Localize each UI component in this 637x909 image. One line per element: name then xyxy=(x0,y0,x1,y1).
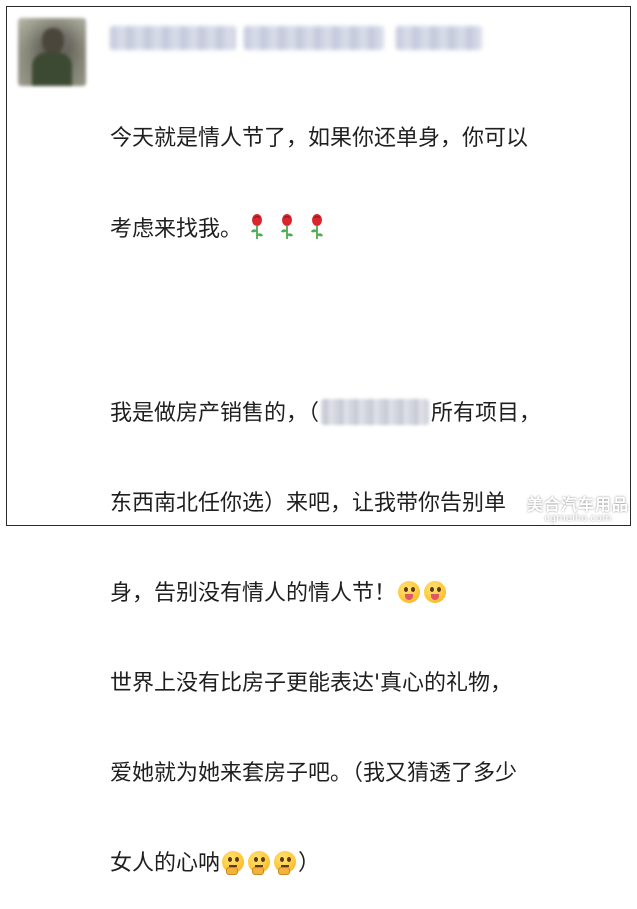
post-1-line-2-text: 考虑来找我。 xyxy=(110,217,243,242)
post-2-line-1: 我是做房产销售的，（ 所有项目， xyxy=(110,399,541,429)
avatar-head xyxy=(42,28,64,54)
post-2-line-1-start: 我是做房产销售的，（ xyxy=(110,401,320,426)
post-text-1: 今天就是情人节了，如果你还单身，你可以 考虑来找我。 xyxy=(110,64,528,275)
blurred-username-2 xyxy=(244,26,384,50)
tongue-wink-emoji-icon xyxy=(424,581,447,603)
watermark: 美合汽车用品 cgmeiho.com xyxy=(527,491,629,524)
post-2-line-1-end: 所有项目， xyxy=(431,401,542,426)
redacted-project-name xyxy=(321,399,430,425)
post-2-line-3: 身，告别没有情人的情人节！ xyxy=(110,579,541,609)
rose-icon xyxy=(279,214,295,240)
thinking-emoji-icon xyxy=(248,851,271,875)
post-2-line-3-text: 身，告别没有情人的情人节！ xyxy=(110,581,397,606)
thinking-emoji-icon xyxy=(222,851,245,875)
rose-icon xyxy=(249,214,265,240)
post-2-line-5: 爱她就为她来套房子吧。（我又猜透了多少 xyxy=(110,761,518,786)
post-2-line-2: 东西南北任你选）来吧，让我带你告别单 xyxy=(110,491,507,516)
post-text-2: 我是做房产销售的，（ 所有项目， 东西南北任你选）来吧，让我带你告别单 身，告别没… xyxy=(110,339,541,909)
post-1-line-2: 考虑来找我。 xyxy=(110,214,528,245)
post-2-line-6-text: 女人的心呐 xyxy=(110,851,221,876)
post-2-line-4: 世界上没有比房子更能表达'真心的礼物， xyxy=(110,671,513,696)
watermark-title: 美合汽车用品 xyxy=(526,495,629,514)
post-1-line-1: 今天就是情人节了，如果你还单身，你可以 xyxy=(110,126,529,151)
blurred-username[interactable] xyxy=(110,26,236,50)
tongue-wink-emoji-icon xyxy=(398,581,421,603)
thinking-emoji-icon xyxy=(274,851,297,875)
rose-icon xyxy=(309,214,325,240)
avatar[interactable] xyxy=(18,18,86,86)
closing-paren: ） xyxy=(298,851,321,876)
post-2-line-6: 女人的心呐 ） xyxy=(110,849,541,879)
avatar-body xyxy=(32,52,72,86)
blurred-username-3 xyxy=(396,26,482,50)
